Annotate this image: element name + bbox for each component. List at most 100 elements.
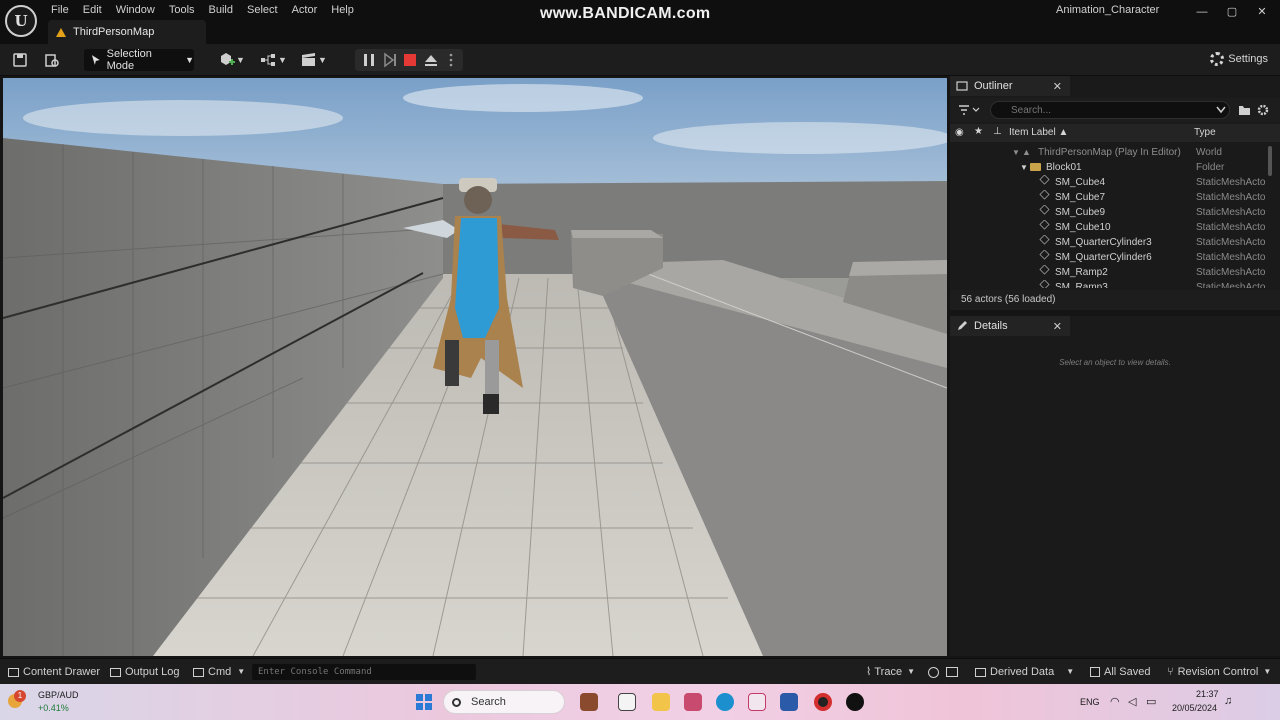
save-icon[interactable] (12, 52, 28, 68)
visibility-eye-icon[interactable]: ◉ (955, 127, 964, 138)
edge-browser-icon[interactable] (716, 693, 734, 711)
volume-icon[interactable]: ◁ (1128, 695, 1136, 708)
add-folder-icon[interactable] (1238, 104, 1251, 116)
outliner-scrollbar[interactable] (1268, 146, 1272, 176)
eject-icon[interactable] (423, 52, 439, 68)
menu-edit[interactable]: Edit (76, 2, 109, 18)
unreal-engine-logo-icon[interactable]: U (5, 5, 37, 37)
settings-button[interactable]: Settings (1210, 52, 1268, 66)
search-icon (452, 698, 461, 707)
outliner-item-type: StaticMeshActo (1196, 282, 1266, 288)
outliner-row[interactable]: SM_Ramp3 StaticMeshActo (950, 280, 1266, 288)
level-viewport[interactable] (3, 78, 947, 656)
input-language[interactable]: ENG (1080, 697, 1100, 707)
clock-time[interactable]: 21:37 (1196, 689, 1219, 699)
outliner-row[interactable]: SM_Cube4 StaticMeshActo (950, 175, 1266, 190)
chevron-down-icon: ▼ (318, 55, 327, 65)
blueprints-dropdown[interactable]: ▼ (260, 51, 287, 69)
play-controls (355, 49, 463, 71)
more-options-icon[interactable] (443, 52, 459, 68)
outliner-item-label: ThirdPersonMap (Play In Editor) (1038, 147, 1181, 158)
cmd-dropdown[interactable]: Cmd ▼ (193, 665, 245, 679)
cmd-label: Cmd (208, 666, 232, 678)
content-drawer-label: Content Drawer (23, 666, 101, 678)
output-log-button[interactable]: Output Log (110, 665, 179, 679)
menu-tools[interactable]: Tools (162, 2, 202, 18)
bandicam-record-icon[interactable] (814, 693, 832, 711)
menu-bar: File Edit Window Tools Build Select Acto… (44, 2, 361, 18)
derived-data-dropdown[interactable]: Derived Data ▼ (975, 665, 1074, 679)
unreal-engine-taskbar-icon[interactable] (846, 693, 864, 711)
maximize-button[interactable]: ▢ (1222, 4, 1242, 20)
details-empty-message: Select an object to view details. (1059, 358, 1171, 367)
minimize-button[interactable]: — (1192, 4, 1212, 20)
filter-icon[interactable] (958, 104, 980, 116)
word-icon[interactable] (780, 693, 798, 711)
outliner-row-folder[interactable]: ▼ Block01 Folder (950, 160, 1266, 175)
outliner-item-type: StaticMeshActo (1196, 192, 1266, 203)
add-actor-dropdown[interactable]: ▼ (218, 51, 245, 69)
chevron-down-icon[interactable] (1216, 106, 1226, 114)
expand-arrow-icon[interactable]: ▼ (1012, 145, 1020, 160)
pin-icon[interactable]: ⊥ (993, 126, 1002, 137)
save-status[interactable]: All Saved (1090, 665, 1150, 679)
pause-icon[interactable] (361, 52, 377, 68)
screenshot-button[interactable] (946, 665, 962, 679)
notification-badge: 1 (14, 690, 26, 702)
menu-file[interactable]: File (44, 2, 76, 18)
menu-select[interactable]: Select (240, 2, 285, 18)
menu-help[interactable]: Help (324, 2, 361, 18)
chevron-down-icon: ▼ (237, 667, 246, 676)
taskbar-search-box[interactable]: Search (443, 690, 565, 714)
itunes-icon[interactable] (748, 693, 766, 711)
cinematics-dropdown[interactable]: ▼ (300, 51, 327, 69)
wifi-icon[interactable]: ◠ (1110, 695, 1120, 708)
outliner-tab[interactable]: Outliner ✕ (950, 76, 1070, 96)
level-tab[interactable]: ThirdPersonMap (48, 20, 206, 44)
record-button[interactable] (928, 665, 939, 679)
outliner-row[interactable]: SM_Cube7 StaticMeshActo (950, 190, 1266, 205)
expand-arrow-icon[interactable]: ▼ (1020, 160, 1028, 175)
close-window-button[interactable]: ✕ (1252, 4, 1272, 20)
menu-window[interactable]: Window (109, 2, 162, 18)
file-explorer-icon[interactable] (652, 693, 670, 711)
outliner-row-world[interactable]: ▼ ▲ ThirdPersonMap (Play In Editor) Worl… (950, 145, 1266, 160)
outliner-settings-gear-icon[interactable] (1256, 103, 1270, 117)
content-drawer-button[interactable]: Content Drawer (8, 665, 100, 679)
battery-icon[interactable]: ▭ (1146, 695, 1156, 708)
console-command-input[interactable] (252, 664, 476, 680)
search-highlight-icon[interactable] (580, 693, 598, 711)
start-button[interactable] (416, 694, 432, 710)
revision-control-dropdown[interactable]: ⑂ Revision Control ▼ (1167, 665, 1271, 679)
clock-date[interactable]: 20/05/2024 (1172, 703, 1217, 713)
type-header[interactable]: Type (1194, 127, 1216, 138)
camera-icon (946, 667, 958, 677)
menu-build[interactable]: Build (202, 2, 240, 18)
outliner-icon (956, 81, 968, 91)
item-label-header[interactable]: Item Label ▲ (1009, 127, 1068, 138)
chevron-down-icon: ▼ (1066, 667, 1075, 676)
outliner-row[interactable]: SM_QuarterCylinder6 StaticMeshActo (950, 250, 1266, 265)
main-toolbar: Selection Mode ▼ ▼ ▼ ▼ Settings (0, 44, 1280, 76)
outliner-panel: Outliner ✕ ◉ ★ ⊥ Item Label ▲ Type ▼ ▲ T… (950, 76, 1280, 310)
outliner-row[interactable]: SM_Ramp2 StaticMeshActo (950, 265, 1266, 280)
trace-dropdown[interactable]: ⌇ Trace ▼ (866, 665, 915, 679)
details-tab[interactable]: Details ✕ (950, 316, 1070, 336)
outliner-row[interactable]: SM_QuarterCylinder3 StaticMeshActo (950, 235, 1266, 250)
outliner-search-input[interactable] (990, 101, 1230, 119)
outliner-row[interactable]: SM_Cube10 StaticMeshActo (950, 220, 1266, 235)
favorite-star-icon[interactable]: ★ (974, 126, 983, 137)
currency-pair-label[interactable]: GBP/AUD (38, 690, 79, 700)
all-saved-label: All Saved (1104, 666, 1151, 678)
menu-actor[interactable]: Actor (285, 2, 325, 18)
close-outliner-icon[interactable]: ✕ (1053, 80, 1062, 93)
outliner-row[interactable]: SM_Cube9 StaticMeshActo (950, 205, 1266, 220)
store-app-icon[interactable] (684, 693, 702, 711)
selection-mode-dropdown[interactable]: Selection Mode ▼ (84, 48, 194, 72)
step-frame-icon[interactable] (382, 52, 398, 68)
task-view-icon[interactable] (618, 693, 636, 711)
close-details-icon[interactable]: ✕ (1053, 320, 1062, 333)
browse-content-icon[interactable] (44, 52, 60, 68)
stop-icon[interactable] (402, 52, 418, 68)
notifications-bell-icon[interactable]: ♫ (1224, 695, 1232, 707)
